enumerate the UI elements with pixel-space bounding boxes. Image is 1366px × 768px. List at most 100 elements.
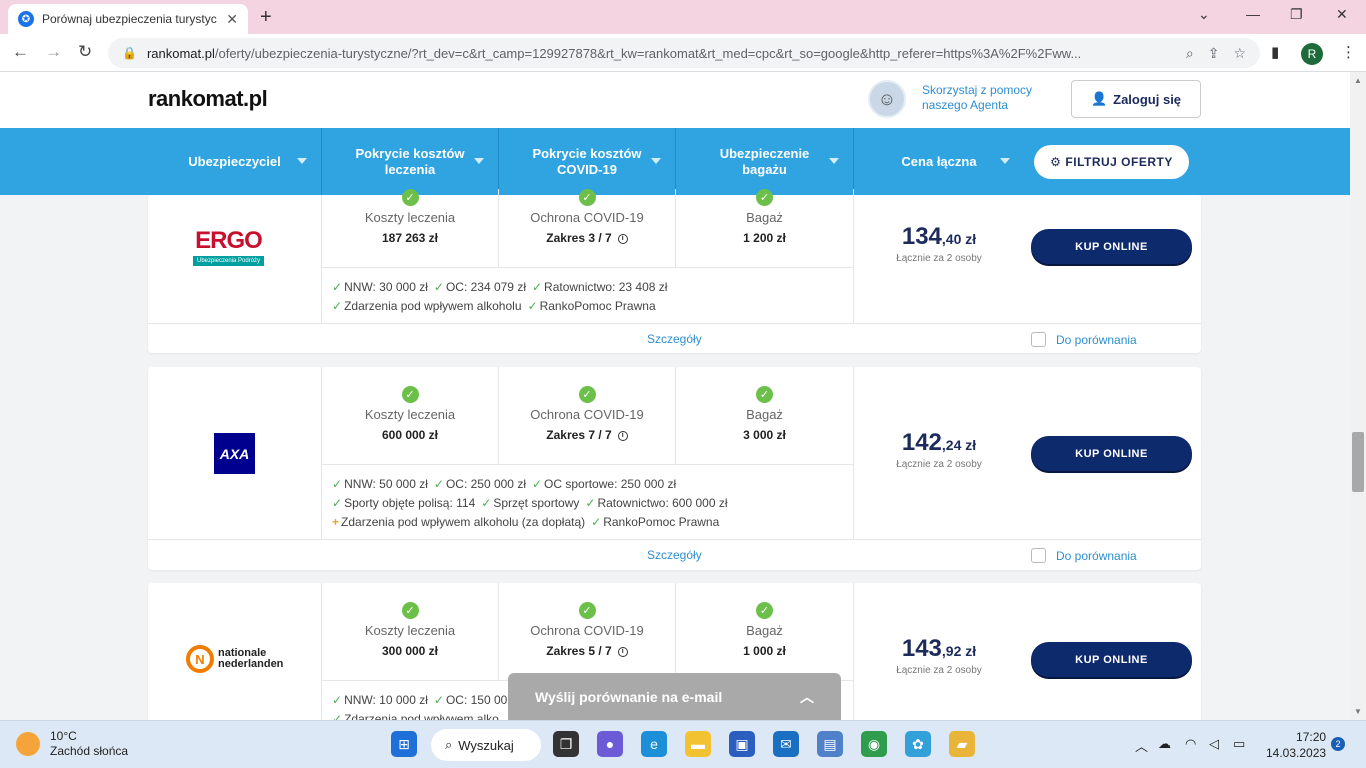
filter-offers-button[interactable]: ⚙ FILTRUJ OFERTY <box>1034 145 1189 179</box>
sort-arrow-icon <box>651 158 661 164</box>
price-block: 134,40 zł Łącznie za 2 osoby <box>854 223 1024 264</box>
covid-cell: ✓ Ochrona COVID-19 Zakres 7 / 7i <box>499 367 676 464</box>
zoom-icon[interactable]: ⌕ <box>1186 45 1194 62</box>
feature-item: ✓ RankoPomoc Prawna <box>527 299 656 313</box>
info-icon[interactable]: i <box>617 646 628 657</box>
column-insurer[interactable]: Ubezpieczyciel <box>148 128 322 195</box>
file-manager-icon[interactable]: ▰ <box>949 731 975 757</box>
buy-online-button[interactable]: KUP ONLINE <box>1031 642 1192 677</box>
price-integer: 134 <box>901 223 942 250</box>
close-tab-icon[interactable]: ✕ <box>226 11 238 28</box>
filter-label: FILTRUJ OFERTY <box>1065 155 1173 169</box>
luggage-cell: ✓ Bagaż 3 000 zł <box>676 367 854 464</box>
feature-item: ✓ Zdarzenia pod wpływem alkoholu <box>332 299 522 313</box>
forward-icon[interactable]: → <box>45 42 62 62</box>
site-header: rankomat.pl ☺ Skorzystaj z pomocy naszeg… <box>0 72 1350 128</box>
profile-avatar[interactable]: R <box>1301 43 1323 65</box>
side-panel-icon[interactable]: ▮ <box>1271 43 1279 61</box>
agent-avatar[interactable]: ☺ <box>868 80 906 118</box>
browser-tab-bar: ✪ Porównaj ubezpieczenia turystyc ✕ + ⌄ … <box>0 0 1366 34</box>
chevron-up-icon[interactable]: ︿ <box>800 687 814 707</box>
compare-checkbox[interactable] <box>1031 332 1046 347</box>
price-subtitle: Łącznie za 2 osoby <box>896 459 982 470</box>
insurer-cell <box>148 583 322 720</box>
task-view-icon[interactable]: ❐ <box>553 731 579 757</box>
notification-badge[interactable]: 2 <box>1331 737 1345 751</box>
weather-temp: 10°C <box>50 729 77 743</box>
column-covid[interactable]: Pokrycie kosztów COVID-19 <box>499 128 676 195</box>
price-decimal: ,24 zł <box>941 437 977 453</box>
medical-label: Koszty leczenia <box>364 407 456 422</box>
buy-online-button[interactable]: KUP ONLINE <box>1031 229 1192 264</box>
login-label: Zaloguj się <box>1113 91 1182 107</box>
chrome-browser-icon[interactable]: ◉ <box>861 731 887 757</box>
column-luggage[interactable]: Ubezpieczenie bagażu <box>676 128 854 195</box>
address-bar[interactable]: 🔒 rankomat.pl/oferty/ubezpieczenia-turys… <box>108 38 1260 68</box>
insurer-cell <box>148 367 322 539</box>
paint-app-icon[interactable]: ✿ <box>905 731 931 757</box>
info-icon[interactable]: i <box>617 430 628 441</box>
sunset-icon <box>16 732 40 756</box>
compare-checkbox[interactable] <box>1031 548 1046 563</box>
scrollbar-thumb[interactable] <box>1352 432 1364 492</box>
details-link[interactable]: Szczegóły <box>647 548 702 562</box>
network-status-icon[interactable]: ☁ <box>1158 736 1171 752</box>
compare-toggle[interactable]: Do porównania <box>1031 332 1137 347</box>
maximize-icon[interactable]: ❐ <box>1290 6 1303 23</box>
scroll-up-icon[interactable]: ▲ <box>1354 76 1362 85</box>
covid-value: Zakres 5 / 7i <box>499 644 675 658</box>
browser-menu-icon[interactable]: ⋮ <box>1341 43 1356 61</box>
page-scrollbar[interactable]: ▲ ▼ <box>1350 72 1366 720</box>
windows-taskbar: 10°C Zachód słońca ⊞ ⌕ Wyszukaj ❐ ● e ▬ ▣ … <box>0 720 1366 768</box>
edge-browser-icon[interactable]: e <box>641 731 667 757</box>
feature-item: ✓ OC: 150 00 <box>433 693 508 707</box>
covid-label: Ochrona COVID-19 <box>530 210 644 225</box>
details-link[interactable]: Szczegóły <box>647 332 702 346</box>
bookmark-star-icon[interactable]: ☆ <box>1233 45 1246 62</box>
covid-cell: ✓ Ochrona COVID-19 Zakres 3 / 7i <box>499 189 676 267</box>
tab-search-chevron-icon[interactable]: ⌄ <box>1198 6 1210 23</box>
feature-item: ✓ OC: 234 079 zł <box>433 280 526 294</box>
check-icon: ✓ <box>401 189 419 206</box>
weather-widget[interactable]: 10°C Zachód słońca <box>16 729 128 759</box>
teams-chat-icon[interactable]: ● <box>597 731 623 757</box>
mail-icon[interactable]: ✉ <box>773 731 799 757</box>
rankomat-logo[interactable]: rankomat.pl <box>148 86 268 112</box>
store-icon[interactable]: ▣ <box>729 731 755 757</box>
agent-help-link[interactable]: Skorzystaj z pomocy naszego Agenta <box>922 83 1062 113</box>
share-icon[interactable]: ⇪ <box>1208 45 1220 62</box>
system-clock[interactable]: 17:20 14.03.2023 <box>1266 729 1326 761</box>
battery-icon[interactable]: ▭ <box>1233 736 1245 752</box>
price-decimal: ,92 zł <box>941 643 977 659</box>
column-medical[interactable]: Pokrycie kosztów leczenia <box>322 128 499 195</box>
login-button[interactable]: 👤 Zaloguj się <box>1071 80 1201 118</box>
minimize-icon[interactable]: — <box>1246 6 1260 22</box>
email-comparison-bar[interactable]: Wyślij porównanie na e-mail ︿ <box>508 673 841 720</box>
close-window-icon[interactable]: ✕ <box>1336 6 1348 23</box>
column-header-bar: Ubezpieczyciel Pokrycie kosztów leczenia… <box>0 128 1350 195</box>
info-icon[interactable]: i <box>617 233 628 244</box>
wifi-icon[interactable]: ◠ <box>1185 736 1196 752</box>
price-block: 142,24 zł Łącznie za 2 osoby <box>854 429 1024 470</box>
medical-cell: ✓ Koszty leczenia 300 000 zł <box>322 583 499 680</box>
lock-icon[interactable]: 🔒 <box>122 46 137 60</box>
volume-icon[interactable]: ◁ <box>1209 736 1219 752</box>
new-tab-icon[interactable]: + <box>260 6 272 29</box>
scroll-down-icon[interactable]: ▼ <box>1354 707 1362 716</box>
tray-chevron-up-icon[interactable]: ︿ <box>1135 736 1148 755</box>
feature-item: ✓ Sprzęt sportowy <box>481 496 580 510</box>
column-price[interactable]: Cena łączna <box>854 128 1024 195</box>
browser-tab[interactable]: ✪ Porównaj ubezpieczenia turystyc ✕ <box>8 4 248 34</box>
reload-icon[interactable]: ↻ <box>78 42 92 62</box>
weather-desc: Zachód słońca <box>50 744 129 758</box>
buy-online-button[interactable]: KUP ONLINE <box>1031 436 1192 471</box>
start-windows-icon[interactable]: ⊞ <box>391 731 417 757</box>
taskbar-search[interactable]: ⌕ Wyszukaj <box>431 729 541 761</box>
file-explorer-icon[interactable]: ▬ <box>685 731 711 757</box>
feature-item: ✓ Zdarzenia pod wpływem alko <box>332 712 499 720</box>
compare-toggle[interactable]: Do porównania <box>1031 548 1137 563</box>
photos-app-icon[interactable]: ▤ <box>817 731 843 757</box>
back-icon[interactable]: ← <box>12 42 29 62</box>
check-icon: ✓ <box>401 602 419 619</box>
luggage-cell: ✓ Bagaż 1 200 zł <box>676 189 854 267</box>
